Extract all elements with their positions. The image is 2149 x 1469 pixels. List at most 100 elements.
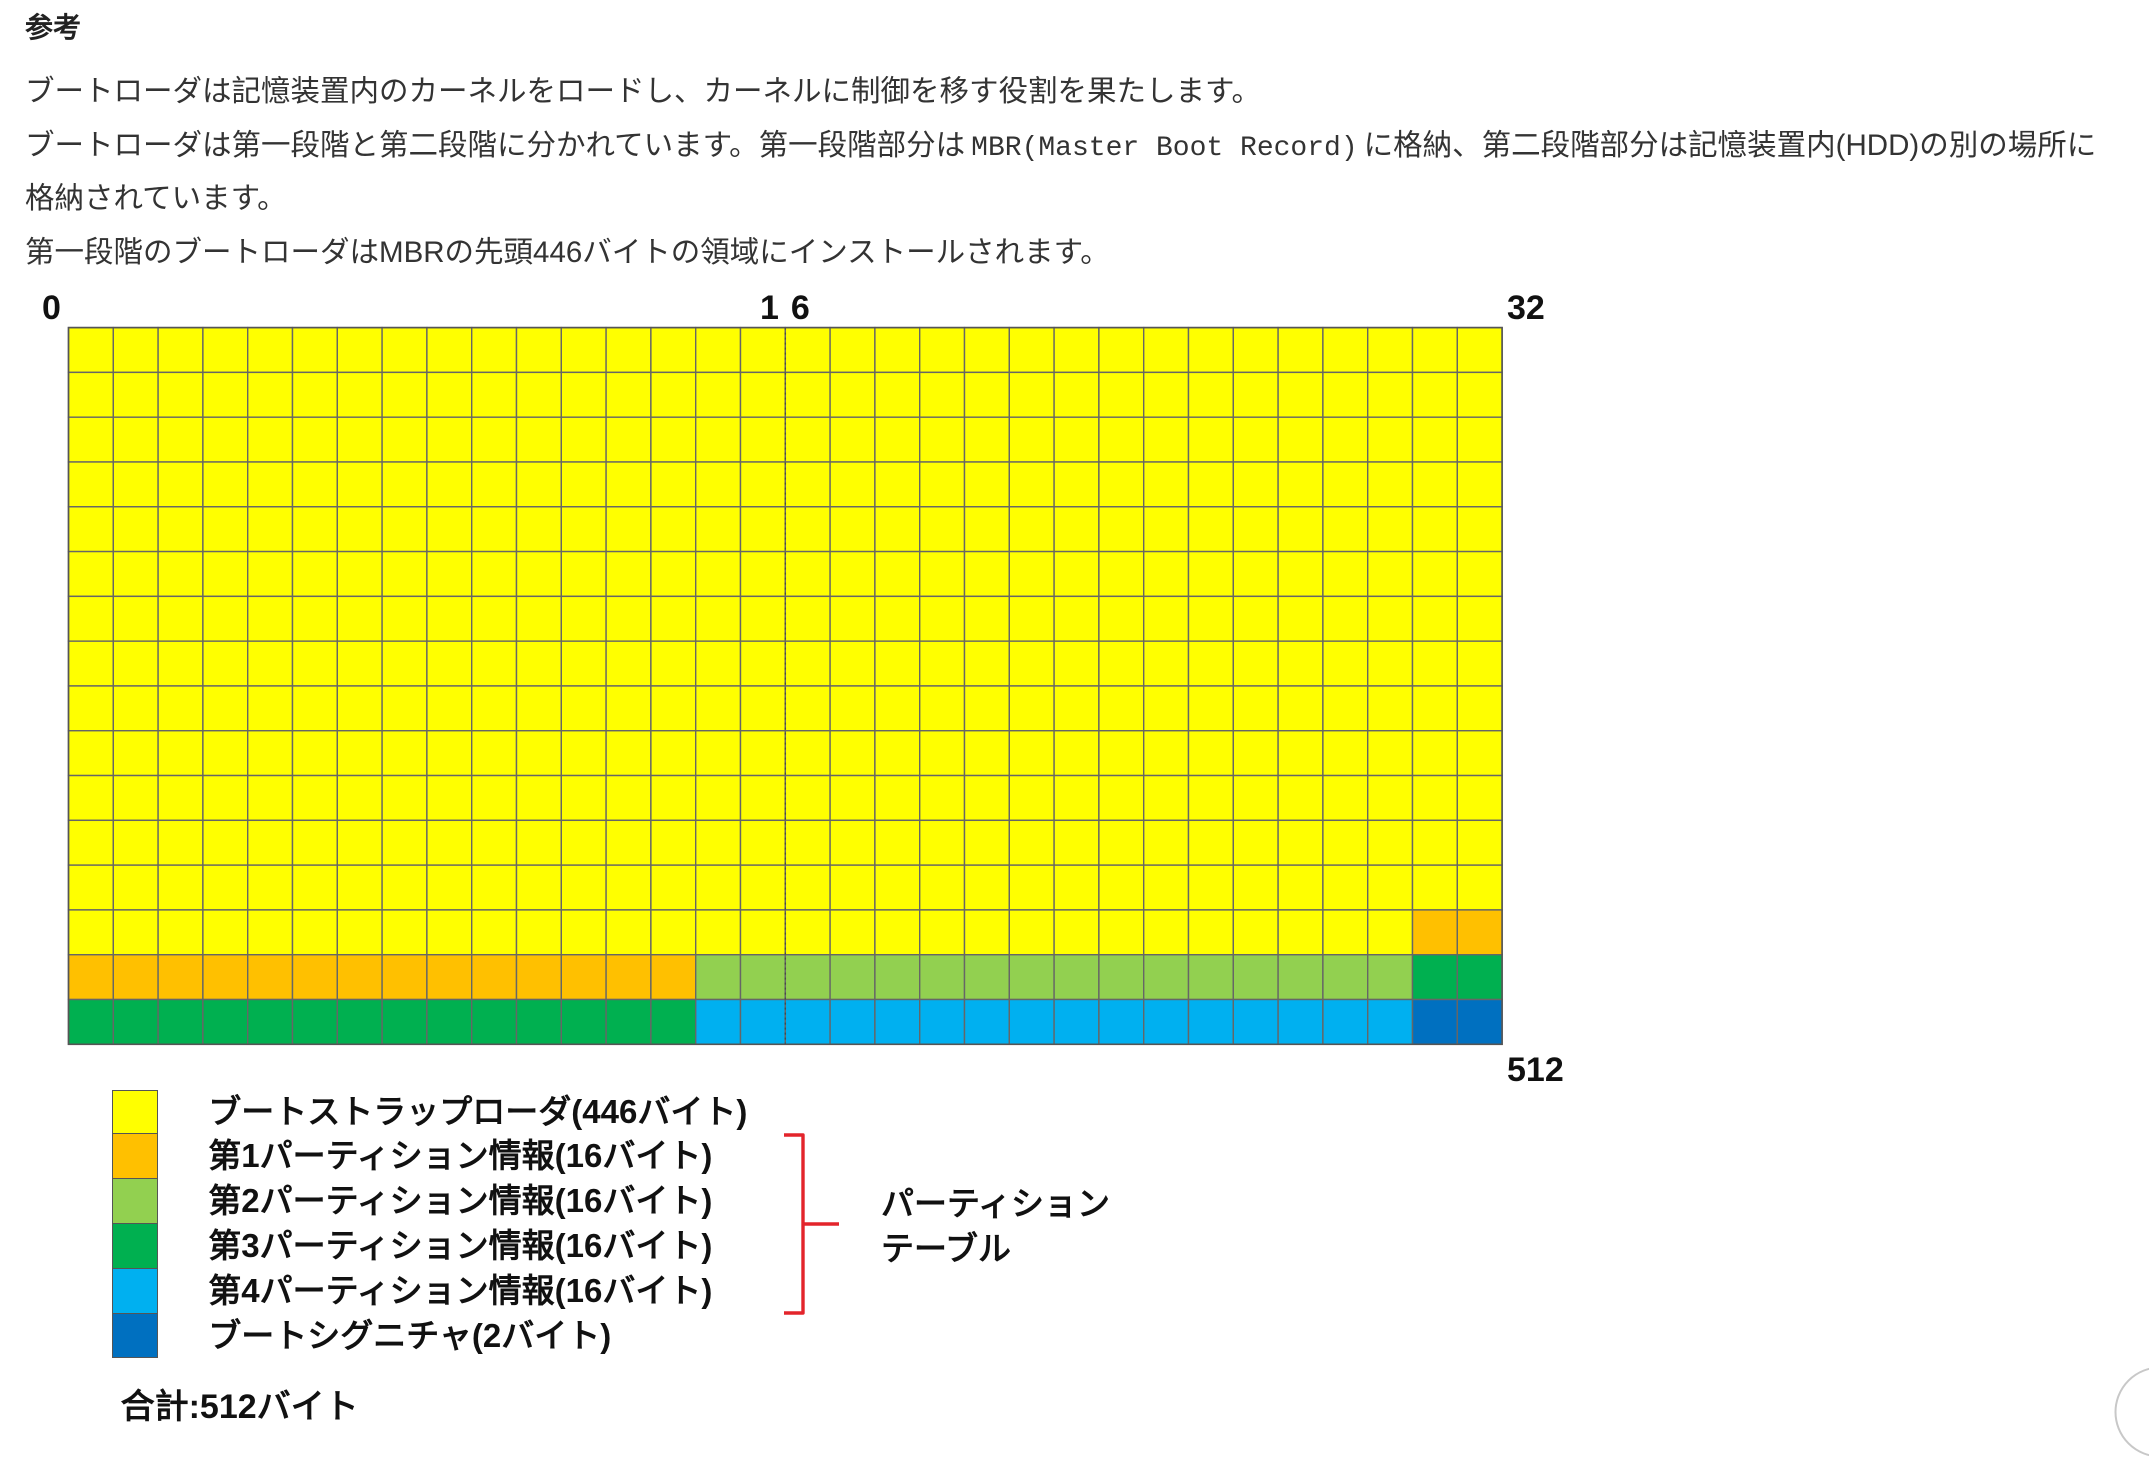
byte-cell [1456,640,1503,687]
byte-cell [381,774,428,822]
byte-cell [336,506,383,553]
byte-cell [112,998,159,1046]
byte-cell [784,640,831,687]
byte-cell [829,416,876,463]
byte-cell [605,326,652,374]
legend-item-partition-2: 第2パーティション情報(16バイト) [112,1179,747,1224]
byte-cell [515,640,562,687]
byte-cell [1187,909,1234,956]
byte-cell [515,326,562,374]
byte-cell [784,506,831,553]
byte-cell [112,416,159,463]
byte-cell [291,819,338,866]
byte-cell [874,506,921,553]
byte-cell [560,954,607,1001]
byte-cell [1187,550,1234,598]
legend-swatch [112,1089,158,1135]
byte-cell [67,416,114,463]
byte-cell [1142,326,1190,374]
byte-cell [515,416,562,463]
byte-cell [381,506,428,553]
byte-cell [157,506,204,553]
paragraph-text: に格納、第二段階部分は記憶装置内(HDD)の別の場所に [1363,128,2097,162]
byte-cell [515,685,562,732]
byte-cell [67,819,114,866]
byte-cell [426,730,473,777]
byte-cell [1187,685,1234,732]
byte-cell [874,685,921,732]
byte-cell [471,998,518,1046]
byte-cell [560,371,607,418]
byte-cell [157,685,204,732]
byte-cell [919,550,966,598]
byte-cell [1232,506,1279,553]
byte-cell [471,640,518,687]
total-size-label: 合計:512バイト [120,1388,359,1426]
byte-cell [605,909,652,956]
byte-cell [874,954,921,1001]
byte-cell [650,774,697,822]
byte-cell [1142,685,1190,732]
byte-cell [605,371,652,418]
byte-cell [246,595,294,642]
byte-cell [650,416,697,463]
byte-cell [426,461,473,508]
byte-cell [919,998,966,1046]
byte-cell [1053,685,1100,732]
byte-cell [1366,371,1414,418]
byte-cell [1008,998,1055,1046]
paragraph-text: ブートローダは第一段階と第二段階に分かれています。第一段階部分は [25,128,966,162]
byte-cell [291,416,338,463]
byte-cell [1366,550,1414,598]
byte-cell [1456,371,1503,418]
byte-cell [202,909,249,956]
byte-cell [1322,506,1369,553]
byte-cell [471,326,518,374]
byte-cell [739,640,786,687]
byte-cell [1008,864,1055,911]
byte-cell [157,550,204,598]
byte-cell [291,595,338,642]
byte-cell [784,819,831,866]
byte-cell [1098,819,1145,866]
byte-cell [1322,909,1369,956]
byte-cell [1098,506,1145,553]
byte-cell [1008,550,1055,598]
byte-cell [784,461,831,508]
paragraph-first-stage: 第一段階のブートローダはMBRの先頭446バイトの領域にインストールされます。 [25,235,1110,269]
byte-cell [1098,326,1145,374]
byte-cell [157,998,204,1046]
byte-cell [515,819,562,866]
floating-action-button[interactable] [2100,1360,2149,1465]
byte-cell [1456,819,1503,866]
byte-cell [202,640,249,687]
byte-cell [246,998,294,1046]
byte-cell [1098,416,1145,463]
byte-cell [784,371,831,418]
byte-cell [1232,461,1279,508]
byte-cell [1098,550,1145,598]
byte-cell [67,371,114,418]
byte-cell [874,550,921,598]
byte-cell [246,864,294,911]
byte-cell [650,730,697,777]
byte-cell [426,685,473,732]
byte-cell [202,774,249,822]
byte-cell [1008,595,1055,642]
byte-cell [336,326,383,374]
byte-cell [650,685,697,732]
byte-cell [560,819,607,866]
partition-table-label: パーティション テーブル [881,1182,1110,1272]
byte-cell [1277,326,1324,374]
byte-cell [695,371,742,418]
byte-cell [1098,774,1145,822]
byte-cell [112,595,159,642]
byte-cell [1142,998,1190,1046]
byte-cell [1187,416,1234,463]
byte-cell [829,774,876,822]
byte-cell [874,326,921,374]
byte-cell [605,954,652,1001]
byte-cell [695,685,742,732]
byte-cell [1098,685,1145,732]
byte-cell [246,640,294,687]
